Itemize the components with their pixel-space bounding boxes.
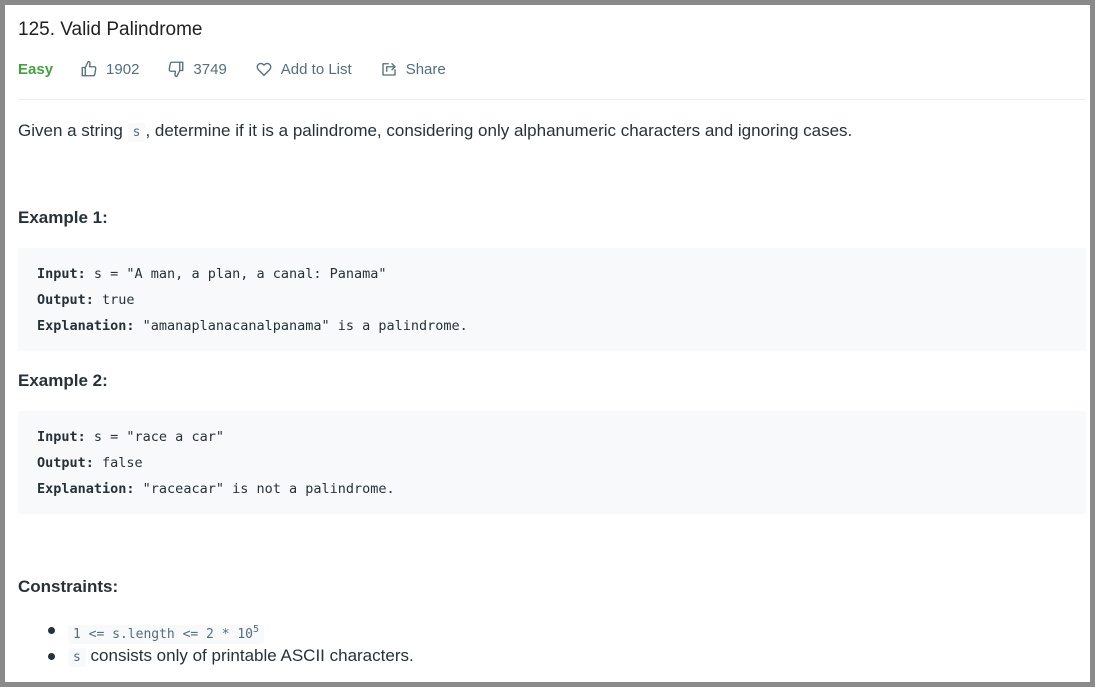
constraints-heading: Constraints: xyxy=(18,577,119,596)
example-1-output: Output: true xyxy=(37,287,1086,313)
share-button[interactable]: Share xyxy=(380,60,446,78)
like-count: 1902 xyxy=(106,60,140,78)
constraint-item: 1 <= s.length <= 2 * 105 xyxy=(18,617,414,644)
share-label: Share xyxy=(405,60,446,78)
header-divider xyxy=(18,99,1086,100)
problem-panel: 125. Valid Palindrome Easy 1902 3749 Add… xyxy=(5,5,1090,682)
example-2-explanation: Explanation: "raceacar" is not a palindr… xyxy=(37,476,1086,502)
constraint-code: s xyxy=(68,648,86,667)
example-2-heading: Example 2: xyxy=(18,371,108,390)
example-2-output: Output: false xyxy=(37,450,1086,476)
problem-meta-bar: Easy 1902 3749 Add to List Share xyxy=(18,56,474,82)
dislike-count: 3749 xyxy=(193,60,227,78)
description-text-start: Given a string xyxy=(18,121,128,140)
difficulty-badge: Easy xyxy=(18,60,54,78)
output-label: Output: xyxy=(37,292,94,308)
example-1-block: Input: s = "A man, a plan, a canal: Pana… xyxy=(18,248,1086,351)
explanation-value: "raceacar" is not a palindrome. xyxy=(134,481,395,497)
add-to-list-button[interactable]: Add to List xyxy=(255,60,352,78)
description-text-end: , determine if it is a palindrome, consi… xyxy=(145,121,853,140)
problem-title: 125. Valid Palindrome xyxy=(18,19,203,40)
explanation-label: Explanation: xyxy=(37,481,135,497)
output-label: Output: xyxy=(37,455,94,471)
output-value: false xyxy=(93,455,143,471)
explanation-value: "amanaplanacanalpanama" is a palindrome. xyxy=(134,318,468,334)
problem-description: Given a string s, determine if it is a p… xyxy=(18,119,852,145)
constraint-code: 1 <= s.length <= 2 * 105 xyxy=(68,624,265,644)
input-value: s = "race a car" xyxy=(85,429,224,445)
example-1-heading: Example 1: xyxy=(18,208,108,227)
input-label: Input: xyxy=(37,266,86,282)
constraints-list: 1 <= s.length <= 2 * 105 s consists only… xyxy=(18,617,414,669)
example-2-input: Input: s = "race a car" xyxy=(37,424,1086,450)
example-1-input: Input: s = "A man, a plan, a canal: Pana… xyxy=(37,261,1086,287)
output-value: true xyxy=(93,292,135,308)
constraint-item: s consists only of printable ASCII chara… xyxy=(18,643,414,669)
thumbs-up-icon xyxy=(81,60,97,77)
explanation-label: Explanation: xyxy=(37,318,135,334)
like-button[interactable]: 1902 xyxy=(80,60,139,78)
add-to-list-label: Add to List xyxy=(280,60,352,78)
input-label: Input: xyxy=(37,429,86,445)
share-icon xyxy=(382,63,396,76)
constraint-text: consists only of printable ASCII charact… xyxy=(85,646,414,665)
dislike-button[interactable]: 3749 xyxy=(167,60,227,78)
constraint-exponent: 5 xyxy=(253,624,260,635)
constraint-expression: 1 <= s.length <= 2 * 10 xyxy=(73,627,254,642)
description-variable: s xyxy=(127,123,146,142)
example-2-block: Input: s = "race a car" Output: false Ex… xyxy=(18,411,1086,514)
example-1-explanation: Explanation: "amanaplanacanalpanama" is … xyxy=(37,313,1086,339)
heart-icon xyxy=(256,62,272,77)
input-value: s = "A man, a plan, a canal: Panama" xyxy=(85,266,387,282)
thumbs-down-icon xyxy=(168,61,184,78)
